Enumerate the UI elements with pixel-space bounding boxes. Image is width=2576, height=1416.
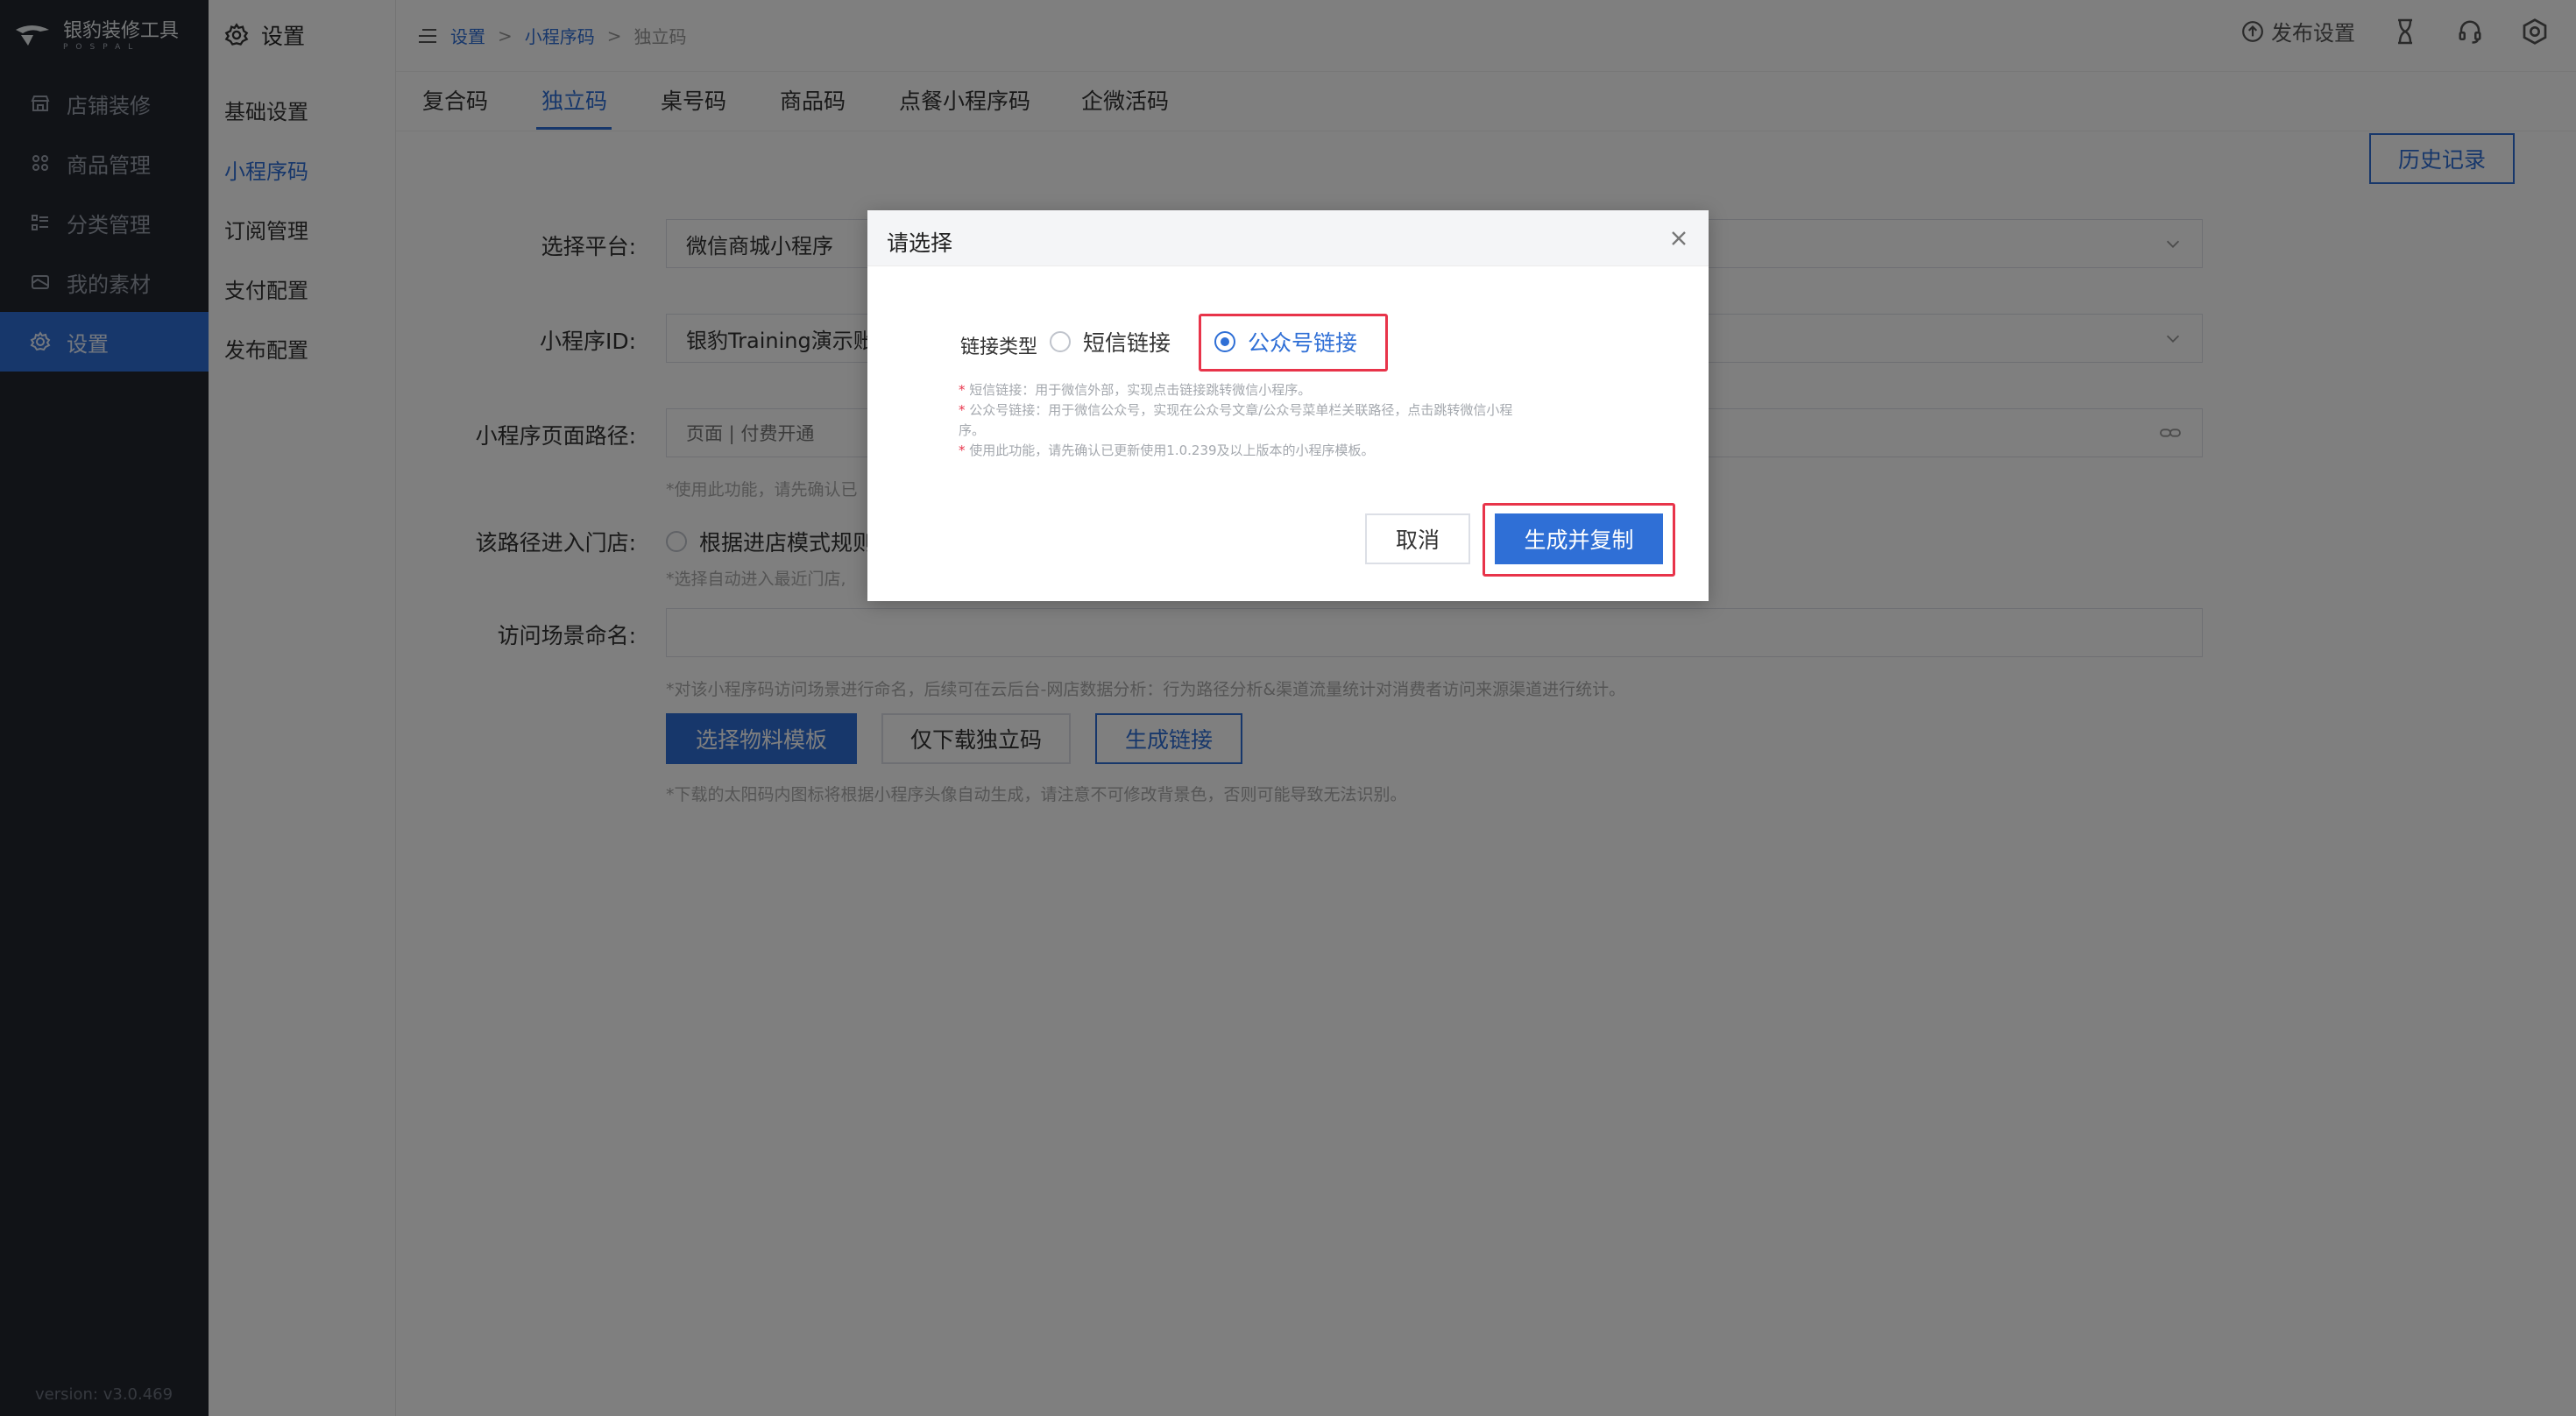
cancel-button[interactable]: 取消 (1365, 513, 1470, 564)
dialog-note: 序。 (959, 422, 986, 438)
dialog-title: 请选择 (887, 230, 953, 256)
highlight-box (1483, 503, 1675, 577)
dialog-note: * 短信链接：用于微信外部，实现点击链接跳转微信小程序。 (959, 382, 1312, 398)
dialog-note: * 公众号链接：用于微信公众号，实现在公众号文章/公众号菜单栏关联路径，点击跳转… (959, 402, 1513, 418)
sms-link-radio[interactable]: 短信链接 (1050, 326, 1171, 358)
dialog-header (867, 210, 1709, 266)
choose-link-dialog: 请选择 链接类型 短信链接 公众号链接 * 短信链接：用于微信外部，实现点击链接… (867, 210, 1709, 601)
link-type-label: 链接类型 (960, 336, 1038, 358)
dialog-note: * 使用此功能，请先确认已更新使用1.0.239及以上版本的小程序模板。 (959, 442, 1375, 458)
highlight-box (1199, 314, 1388, 372)
close-icon[interactable] (1667, 226, 1691, 251)
radio-circle (1050, 331, 1071, 352)
sms-link-label: 短信链接 (1083, 330, 1171, 356)
